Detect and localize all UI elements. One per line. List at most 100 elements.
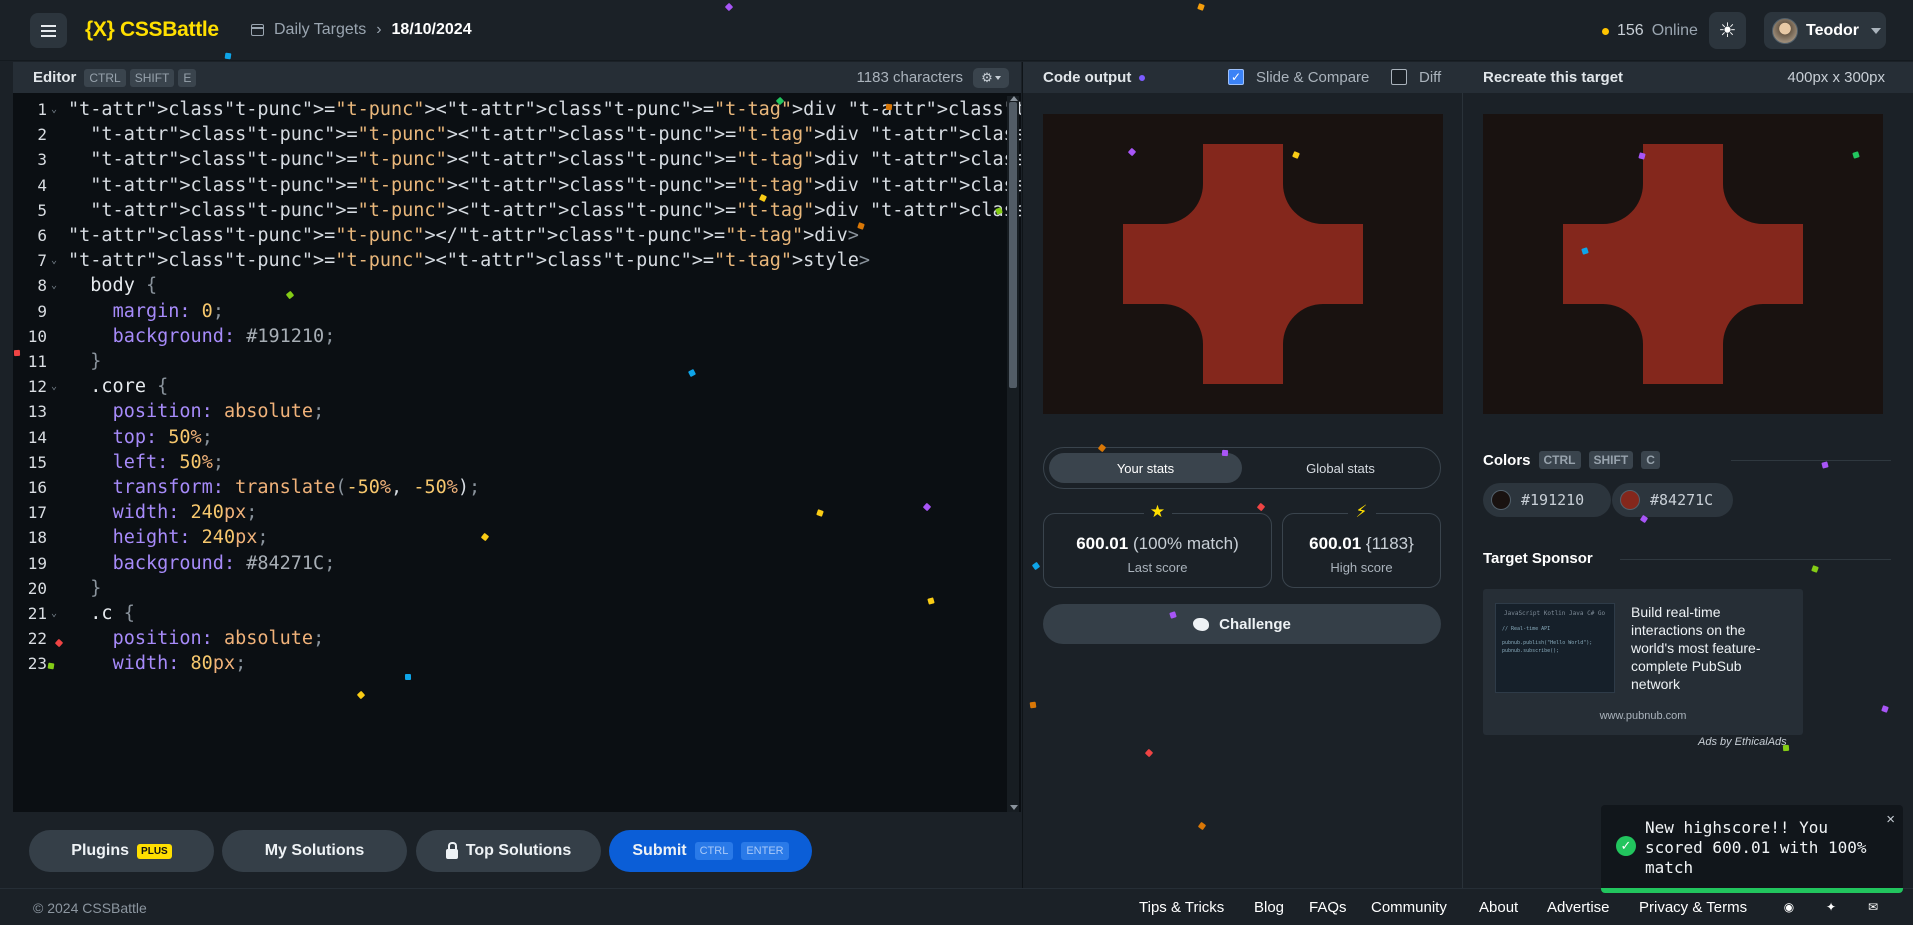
fold-chevron-icon[interactable]: ⌄ <box>51 608 57 619</box>
kbd-key: SHIFT <box>1588 451 1634 469</box>
output-canvas[interactable] <box>1043 114 1443 414</box>
code-text: width: 240px; <box>112 502 258 524</box>
code-text: "t-attr">class"t-punc">="t-punc"><"t-att… <box>90 174 1021 196</box>
line-number: 4 <box>37 175 47 195</box>
code-text: transform: translate(-50%, -50%); <box>112 477 481 498</box>
line-number: 16 <box>27 478 47 497</box>
footer-link-blog[interactable]: Blog <box>1254 899 1284 916</box>
footer-link-faqs[interactable]: FAQs <box>1309 899 1347 916</box>
code-text: "t-attr">class"t-punc">="t-punc"><"t-att… <box>68 250 870 272</box>
close-icon[interactable]: × <box>1886 811 1895 828</box>
line-number: 7 <box>37 251 47 271</box>
discord-icon[interactable]: ◉ <box>1781 900 1797 914</box>
kbd-key: SHIFT <box>129 68 175 87</box>
plugins-button[interactable]: Plugins PLUS <box>29 830 214 872</box>
kbd-key: CTRL <box>1538 451 1581 469</box>
footer: © 2024 CSSBattle Tips & Tricks Blog FAQs… <box>0 888 1913 925</box>
color-swatch[interactable]: #84271C <box>1612 483 1733 517</box>
sun-icon[interactable]: ☀ <box>1709 12 1746 49</box>
my-solutions-button[interactable]: My Solutions <box>222 830 407 872</box>
footer-link-community[interactable]: Community <box>1371 899 1447 916</box>
breadcrumb: Daily Targets › 18/10/2024 <box>251 21 472 39</box>
user-menu-button[interactable]: Teodor <box>1764 12 1886 49</box>
code-text: top: 50%; <box>112 426 213 448</box>
footer-link-advertise[interactable]: Advertise <box>1547 899 1610 916</box>
output-panel: Code output ✓ Slide & Compare Diff Your … <box>1022 62 1464 888</box>
line-number: 12 <box>27 377 47 397</box>
line-number: 14 <box>27 427 47 447</box>
line-number: 22 <box>27 629 47 649</box>
scroll-down-icon[interactable] <box>1010 805 1018 810</box>
line-number: 1 <box>37 100 47 119</box>
char-count: 1183 characters <box>856 69 963 86</box>
code-text: "t-attr">class"t-punc">="t-punc"><"t-att… <box>90 124 1021 146</box>
check-circle-icon: ✓ <box>1616 836 1636 856</box>
fold-chevron-icon[interactable]: ⌄ <box>51 280 57 291</box>
ad-attribution[interactable]: Ads by EthicalAds <box>1698 736 1787 748</box>
editor-title: Editor <box>33 69 77 86</box>
code-text: height: 240px; <box>112 527 269 549</box>
diff-checkbox[interactable] <box>1391 69 1407 85</box>
kbd-key: E <box>178 68 197 87</box>
colors-heading: Colors CTRL SHIFT C <box>1483 451 1660 469</box>
breadcrumb-date: 18/10/2024 <box>391 21 472 38</box>
twitter-icon[interactable]: ✦ <box>1823 900 1839 914</box>
slide-compare-label[interactable]: Slide & Compare <box>1256 69 1369 86</box>
top-solutions-button[interactable]: Top Solutions <box>416 830 601 872</box>
kbd-key: ENTER <box>741 842 789 860</box>
footer-link-about[interactable]: About <box>1479 899 1518 916</box>
confetti-piece <box>1221 449 1229 457</box>
highscore-toast: ✓ New highscore!! You scored 600.01 with… <box>1601 805 1903 893</box>
line-number: 23 <box>27 654 47 674</box>
slide-compare-checkbox[interactable]: ✓ <box>1228 69 1244 85</box>
hamburger-icon[interactable] <box>30 13 67 48</box>
code-line[interactable]: 23 width: 80px; <box>13 648 1013 679</box>
scrollbar-thumb[interactable] <box>1009 102 1017 388</box>
fold-chevron-icon[interactable]: ⌄ <box>51 255 57 266</box>
chevron-right-icon: › <box>376 21 382 38</box>
submit-button[interactable]: Submit CTRL ENTER <box>609 830 812 872</box>
logo[interactable]: {X} CSSBattle <box>85 18 219 42</box>
line-number: 3 <box>37 150 47 170</box>
target-size: 400px x 300px <box>1787 69 1885 86</box>
toast-message: New highscore!! You scored 600.01 with 1… <box>1645 818 1867 877</box>
line-number: 2 <box>37 125 47 145</box>
code-text: body { <box>90 275 158 297</box>
mail-icon[interactable]: ✉ <box>1865 900 1881 914</box>
high-score: 600.01 {1183} <box>1309 534 1414 553</box>
ad-image-line: // Real-time API <box>1502 626 1551 632</box>
top-bar: {X} CSSBattle Daily Targets › 18/10/2024… <box>0 0 1913 61</box>
tab-your-stats[interactable]: Your stats <box>1049 453 1242 483</box>
online-status: 156 Online <box>1602 22 1698 40</box>
code-text: margin: 0; <box>112 300 224 322</box>
color-swatch[interactable]: #191210 <box>1483 483 1611 517</box>
target-header: Recreate this target 400px x 300px <box>1463 62 1913 93</box>
footer-link-tips[interactable]: Tips & Tricks <box>1139 899 1224 916</box>
gear-icon[interactable]: ⚙ <box>973 68 1009 88</box>
code-text: "t-attr">class"t-punc">="t-punc"><"t-att… <box>90 149 1021 171</box>
code-text: } <box>68 351 102 372</box>
code-editor[interactable]: 1 ⌄ "t-attr">class"t-punc">="t-punc"><"t-a… <box>13 93 1021 812</box>
online-label: Online <box>1651 22 1698 39</box>
fold-chevron-icon[interactable]: ⌄ <box>51 381 57 392</box>
fold-chevron-icon[interactable]: ⌄ <box>51 104 57 115</box>
footer-link-privacy[interactable]: Privacy & Terms <box>1639 899 1747 916</box>
kbd-key: CTRL <box>84 68 126 87</box>
calendar-icon <box>251 24 264 36</box>
corner-tr <box>1723 144 1803 224</box>
confetti-piece <box>404 673 412 681</box>
target-panel: Recreate this target 400px x 300px Color… <box>1463 62 1913 888</box>
sponsor-ad[interactable]: JavaScript Kotlin Java C# Go // Real-tim… <box>1483 589 1803 735</box>
diff-label[interactable]: Diff <box>1419 69 1441 86</box>
line-number: 9 <box>37 301 47 321</box>
tab-global-stats[interactable]: Global stats <box>1244 453 1437 483</box>
editor-scrollbar[interactable] <box>1007 96 1019 812</box>
output-header: Code output ✓ Slide & Compare Diff <box>1023 62 1464 93</box>
line-number: 21 <box>27 604 47 623</box>
code-text: } <box>68 577 102 599</box>
target-canvas[interactable] <box>1483 114 1883 414</box>
ad-image-line: pubnub.subscribe(); <box>1502 648 1560 654</box>
breadcrumb-daily-targets[interactable]: Daily Targets <box>274 21 366 39</box>
challenge-button[interactable]: Challenge <box>1043 604 1441 644</box>
scroll-up-icon[interactable] <box>1010 96 1018 101</box>
